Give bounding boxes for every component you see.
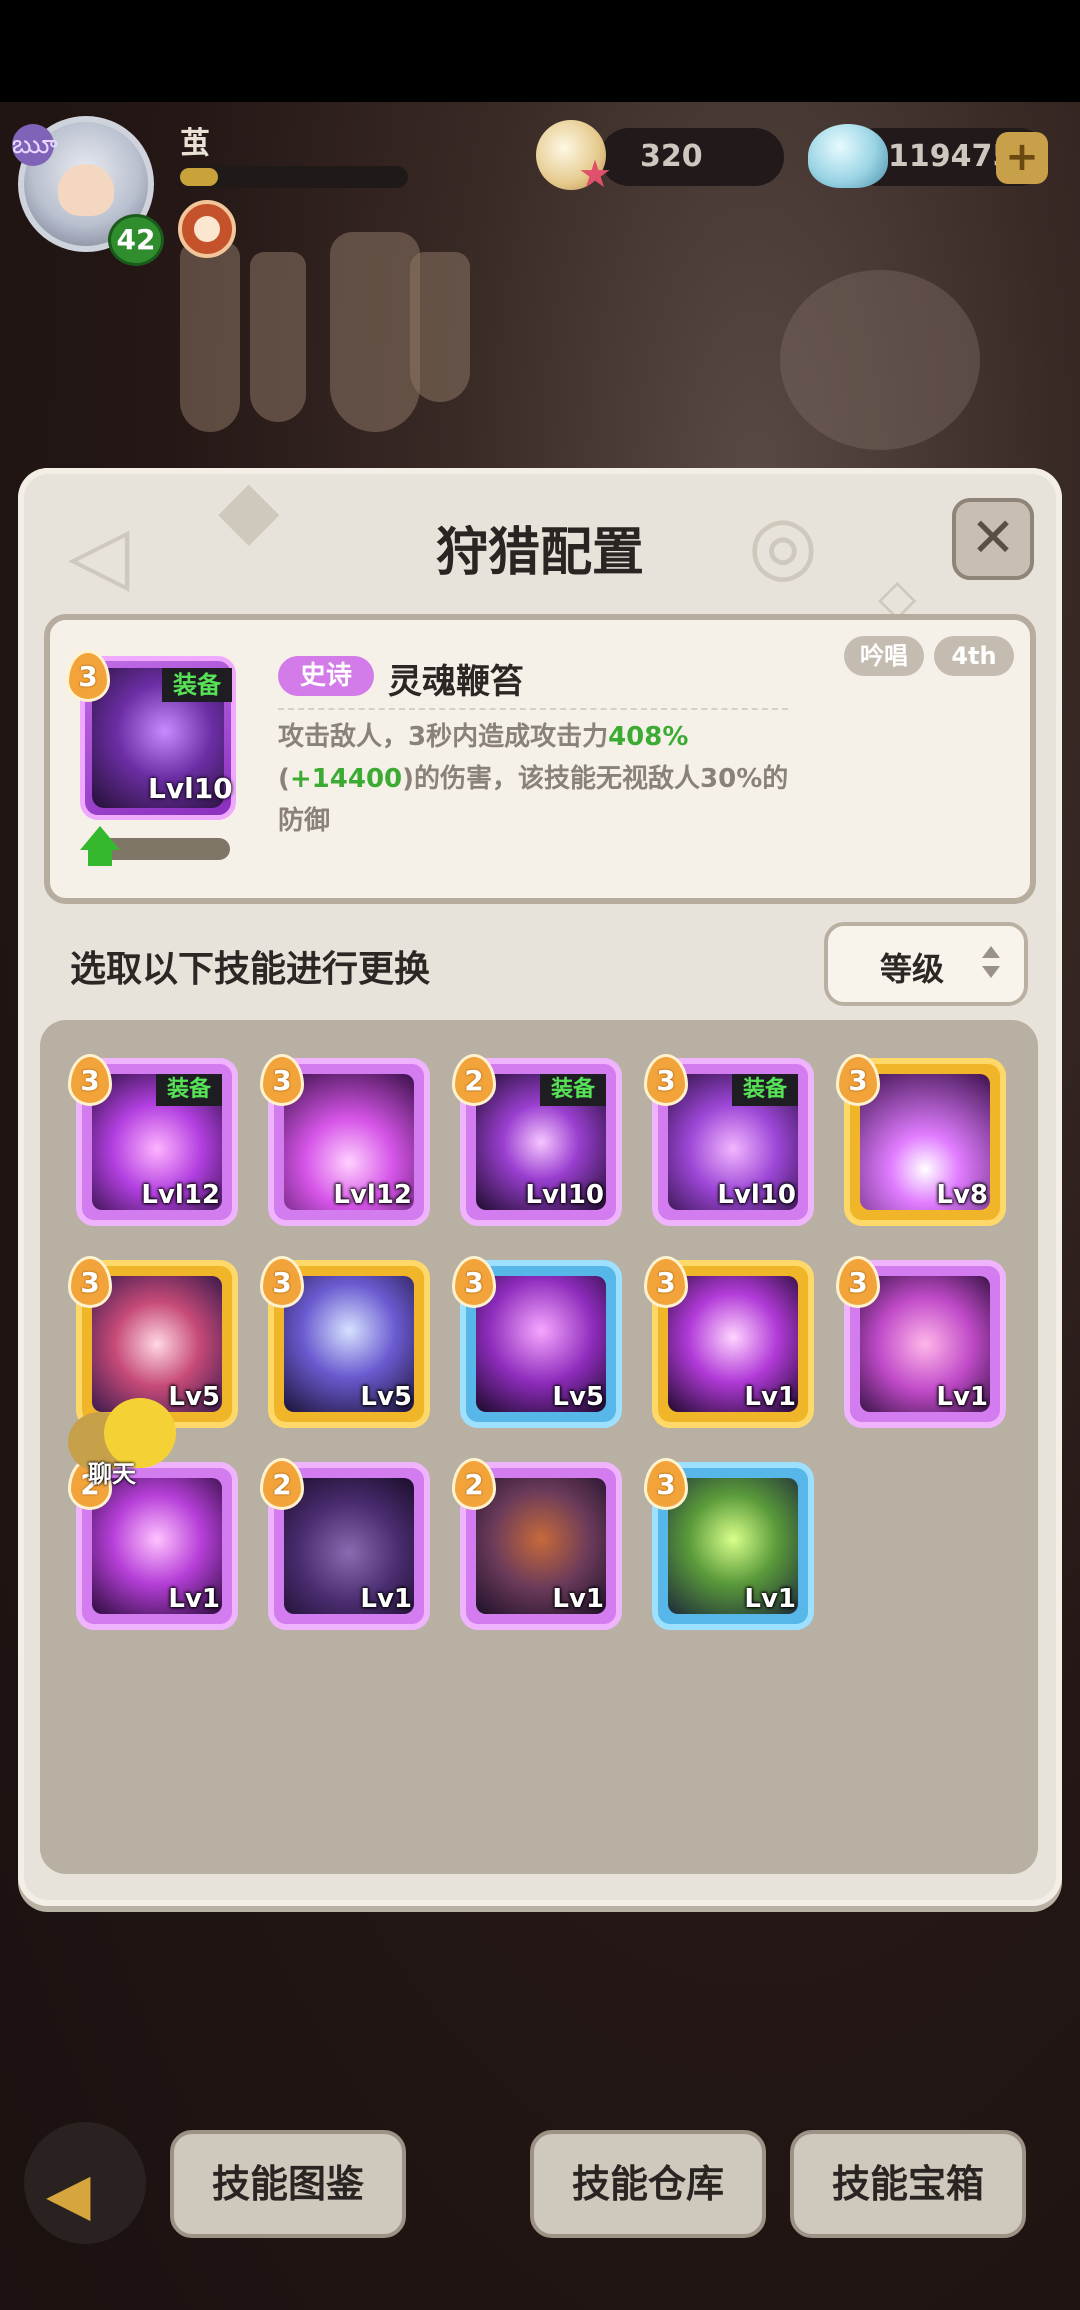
skill-level: Lv5 xyxy=(552,1382,604,1412)
skill-cost-badge: 2 xyxy=(452,1054,496,1106)
skill-tile[interactable]: 装备 Lvl10 2 xyxy=(452,1054,622,1226)
desc-text-1: 攻击敌人，3秒内造成攻击力 xyxy=(278,722,609,752)
sort-label: 等级 xyxy=(880,950,945,988)
skill-level: Lv1 xyxy=(552,1584,604,1614)
sort-down-icon xyxy=(982,966,1000,978)
slot-tag: 4th xyxy=(934,636,1014,676)
upgrade-arrow-icon xyxy=(80,826,120,850)
skill-cost-badge: 2 xyxy=(452,1458,496,1510)
skill-level: Lv8 xyxy=(936,1180,988,1210)
player-level-badge: 42 xyxy=(108,214,164,266)
skill-cost-badge: 3 xyxy=(452,1256,496,1308)
player-name: 茧 xyxy=(180,126,210,161)
skill-level: Lvl10 xyxy=(717,1180,796,1210)
skill-cost-badge: 3 xyxy=(68,1054,112,1106)
desc-text-2: ( xyxy=(278,764,290,794)
guild-emblem-center xyxy=(194,216,220,242)
skill-description: 攻击敌人，3秒内造成攻击力408%(+14400)的伤害，该技能无视敌人30%的… xyxy=(278,716,798,842)
pearl-counter: 320 xyxy=(600,128,784,186)
skill-level: Lvl10 xyxy=(525,1180,604,1210)
skill-level: Lv5 xyxy=(168,1382,220,1412)
swirl-icon: ౠ xyxy=(12,124,58,166)
skill-cost-badge: 3 xyxy=(260,1256,304,1308)
equipped-label: 装备 xyxy=(156,1074,222,1106)
starfish-icon: ★ xyxy=(578,152,613,196)
skill-tile[interactable]: Lv1 3 xyxy=(836,1256,1006,1428)
skill-tile[interactable]: Lv8 3 xyxy=(836,1054,1006,1226)
xp-bar-fill xyxy=(180,168,218,186)
skill-codex-button[interactable]: 技能图鉴 xyxy=(170,2130,406,2238)
skill-name: 灵魂鞭笞 xyxy=(388,662,524,702)
chat-label[interactable]: 聊天 xyxy=(88,1454,136,1489)
equipped-label: 装备 xyxy=(540,1074,606,1106)
skill-cost-badge: 3 xyxy=(644,1054,688,1106)
skill-level: Lvl12 xyxy=(141,1180,220,1210)
cast-type-tag: 吟唱 xyxy=(844,636,924,676)
skill-chest-button[interactable]: 技能宝箱 xyxy=(790,2130,1026,2238)
equipped-label: 装备 xyxy=(732,1074,798,1106)
skill-cost-badge: 3 xyxy=(836,1256,880,1308)
desc-highlight-percent: 408% xyxy=(608,722,689,752)
close-button[interactable]: ✕ xyxy=(952,498,1034,580)
skill-tile[interactable]: Lv1 3 xyxy=(644,1256,814,1428)
add-gems-button[interactable]: + xyxy=(996,132,1048,184)
status-bar xyxy=(0,0,1080,102)
skill-tile[interactable]: 装备 Lvl12 3 xyxy=(68,1054,238,1226)
skill-tile[interactable]: 装备 Lvl10 3 xyxy=(644,1054,814,1226)
upgrade-arrow-stem xyxy=(88,850,112,866)
replace-prompt: 选取以下技能进行更换 xyxy=(70,949,431,990)
equipped-label: 装备 xyxy=(162,668,232,702)
skill-tile[interactable]: Lv5 3 xyxy=(260,1256,430,1428)
rarity-tag: 史诗 xyxy=(278,656,374,696)
skill-cost-badge: 3 xyxy=(260,1054,304,1106)
skull-decoration xyxy=(780,270,980,450)
skill-level: Lv1 xyxy=(744,1584,796,1614)
panel-title: 狩猎配置 xyxy=(435,523,644,583)
skill-cost-badge: 3 xyxy=(644,1458,688,1510)
gem-icon xyxy=(808,124,888,188)
skill-cost-badge: 3 xyxy=(644,1256,688,1308)
skill-level: Lv1 xyxy=(168,1584,220,1614)
skill-level: Lvl10 xyxy=(148,772,233,805)
skill-tile[interactable]: Lv5 3 xyxy=(452,1256,622,1428)
sort-up-icon xyxy=(982,946,1000,958)
skill-level: Lvl12 xyxy=(333,1180,412,1210)
skill-level: Lv1 xyxy=(744,1382,796,1412)
avatar-face xyxy=(58,164,114,216)
skill-cost-badge: 3 xyxy=(836,1054,880,1106)
back-arrow-icon: ◀ xyxy=(46,2160,91,2228)
skill-tile[interactable]: Lv1 3 xyxy=(644,1458,814,1630)
skill-level: Lv1 xyxy=(360,1584,412,1614)
skill-tile[interactable]: Lvl12 3 xyxy=(260,1054,430,1226)
skill-cost-badge: 2 xyxy=(260,1458,304,1510)
skill-level: Lv1 xyxy=(936,1382,988,1412)
desc-highlight-flat: +14400 xyxy=(289,764,403,794)
skill-tile[interactable]: Lv1 2 xyxy=(452,1458,622,1630)
skill-cost-badge: 3 xyxy=(68,1256,112,1308)
skill-tile[interactable]: Lv1 2 xyxy=(260,1458,430,1630)
skill-warehouse-button[interactable]: 技能仓库 xyxy=(530,2130,766,2238)
description-divider xyxy=(278,708,788,710)
skill-level: Lv5 xyxy=(360,1382,412,1412)
